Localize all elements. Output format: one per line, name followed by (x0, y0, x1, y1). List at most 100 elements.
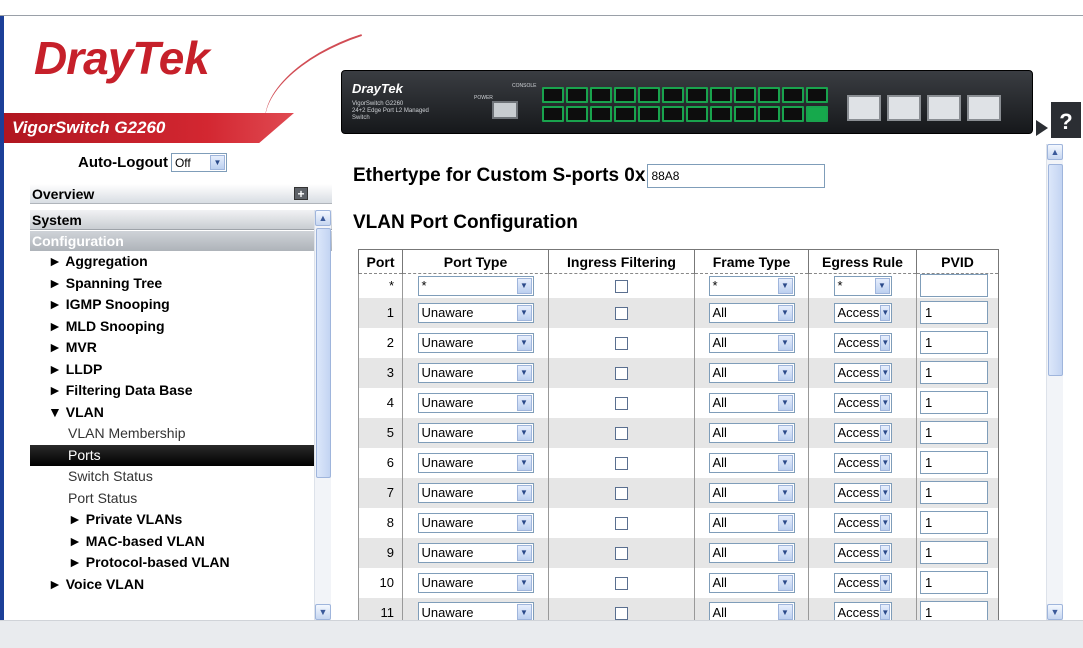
frame-type-select[interactable]: All ▼ (708, 392, 795, 413)
sidebar-item[interactable]: Port Status (30, 488, 314, 510)
sidebar-item[interactable]: ► Filtering Data Base (30, 380, 314, 402)
port-type-select[interactable]: Unaware ▼ (417, 542, 534, 563)
port-icon[interactable] (734, 106, 756, 122)
ingress-filtering-checkbox[interactable] (615, 517, 628, 531)
port-icon[interactable] (662, 87, 684, 103)
port-icon[interactable] (782, 106, 804, 122)
menu-configuration[interactable]: Configuration (30, 231, 332, 251)
scroll-up-icon[interactable]: ▲ (1047, 144, 1063, 160)
main-scrollbar[interactable]: ▲ ▼ (1046, 144, 1063, 620)
port-type-select[interactable]: Unaware ▼ (417, 302, 534, 323)
frame-type-select[interactable]: All ▼ (708, 542, 795, 563)
port-icon[interactable] (614, 87, 636, 103)
sidebar-item[interactable]: ► MVR (30, 337, 314, 359)
main-scroll-thumb[interactable] (1048, 164, 1063, 376)
pvid-input[interactable] (920, 274, 988, 298)
sfp-port-icon[interactable] (927, 95, 961, 121)
egress-rule-select[interactable]: Access ▼ (833, 482, 892, 503)
port-icon[interactable] (686, 87, 708, 103)
port-icon[interactable] (806, 87, 828, 103)
sfp-port-icon[interactable] (847, 95, 881, 121)
sidebar-item[interactable]: ▼ VLAN (30, 402, 314, 424)
ingress-filtering-checkbox[interactable] (615, 337, 628, 351)
ingress-filtering-checkbox[interactable] (615, 487, 628, 501)
port-type-select[interactable]: Unaware ▼ (417, 452, 534, 473)
help-button[interactable]: ? (1051, 102, 1081, 138)
frame-type-select[interactable]: All ▼ (708, 602, 795, 620)
port-icon[interactable] (614, 106, 636, 122)
pvid-input[interactable]: 1 (920, 391, 988, 414)
pvid-input[interactable]: 1 (920, 511, 988, 534)
egress-rule-select[interactable]: Access ▼ (833, 332, 892, 353)
port-type-select[interactable]: Unaware ▼ (417, 572, 534, 593)
pvid-input[interactable]: 1 (920, 451, 988, 474)
port-icon[interactable] (566, 106, 588, 122)
port-type-select[interactable]: Unaware ▼ (417, 512, 534, 533)
sidebar-item[interactable]: ► Aggregation (30, 251, 314, 273)
port-icon-active[interactable] (806, 106, 828, 122)
port-icon[interactable] (710, 87, 732, 103)
frame-type-select[interactable]: All ▼ (708, 362, 795, 383)
port-type-select[interactable]: Unaware ▼ (417, 392, 534, 413)
egress-rule-select[interactable]: Access ▼ (833, 392, 892, 413)
egress-rule-select[interactable]: Access ▼ (833, 362, 892, 383)
port-type-select[interactable]: Unaware ▼ (417, 422, 534, 443)
pvid-input[interactable]: 1 (920, 361, 988, 384)
port-icon[interactable] (590, 106, 612, 122)
sidebar-item[interactable]: ► Voice VLAN (30, 574, 314, 596)
ingress-filtering-checkbox[interactable] (615, 397, 628, 411)
port-icon[interactable] (542, 87, 564, 103)
frame-type-select[interactable]: * ▼ (708, 275, 795, 296)
port-icon[interactable] (758, 106, 780, 122)
ingress-filtering-checkbox[interactable] (615, 427, 628, 441)
sidebar-item[interactable]: VLAN Membership (30, 423, 314, 445)
menu-system[interactable]: System (30, 210, 332, 230)
ingress-filtering-checkbox[interactable] (615, 307, 628, 321)
pvid-input[interactable]: 1 (920, 541, 988, 564)
port-icon[interactable] (734, 87, 756, 103)
frame-type-select[interactable]: All ▼ (708, 452, 795, 473)
egress-rule-select[interactable]: Access ▼ (833, 542, 892, 563)
ingress-filtering-checkbox[interactable] (615, 457, 628, 471)
menu-overview[interactable]: Overview + (30, 184, 332, 204)
scroll-up-icon[interactable]: ▲ (315, 210, 331, 226)
auto-logout-select[interactable]: Off ▼ (170, 153, 227, 172)
frame-type-select[interactable]: All ▼ (708, 572, 795, 593)
pvid-input[interactable]: 1 (920, 421, 988, 444)
scroll-down-icon[interactable]: ▼ (1047, 604, 1063, 620)
egress-rule-select[interactable]: Access ▼ (833, 422, 892, 443)
port-type-select[interactable]: Unaware ▼ (417, 602, 534, 620)
port-type-select[interactable]: Unaware ▼ (417, 482, 534, 503)
sidebar-item[interactable]: ► Spanning Tree (30, 273, 314, 295)
port-icon[interactable] (542, 106, 564, 122)
port-icon[interactable] (782, 87, 804, 103)
ingress-filtering-checkbox[interactable] (615, 280, 628, 294)
egress-rule-select[interactable]: * ▼ (833, 275, 892, 296)
frame-type-select[interactable]: All ▼ (708, 302, 795, 323)
frame-type-select[interactable]: All ▼ (708, 422, 795, 443)
pvid-input[interactable]: 1 (920, 481, 988, 504)
ingress-filtering-checkbox[interactable] (615, 577, 628, 591)
sidebar-item[interactable]: Switch Status (30, 466, 314, 488)
pvid-input[interactable]: 1 (920, 571, 988, 594)
sidebar-item[interactable]: ► Private VLANs (30, 509, 314, 531)
sidebar-item[interactable]: ► IGMP Snooping (30, 294, 314, 316)
port-icon[interactable] (710, 106, 732, 122)
egress-rule-select[interactable]: Access ▼ (833, 302, 892, 323)
scroll-down-icon[interactable]: ▼ (315, 604, 331, 620)
pvid-input[interactable]: 1 (920, 600, 988, 620)
sidebar-item[interactable]: ► MLD Snooping (30, 316, 314, 338)
sfp-port-icon[interactable] (887, 95, 921, 121)
sidebar-item[interactable]: ► LLDP (30, 359, 314, 381)
sidebar-item[interactable]: ► MAC-based VLAN (30, 531, 314, 553)
egress-rule-select[interactable]: Access ▼ (833, 512, 892, 533)
egress-rule-select[interactable]: Access ▼ (833, 452, 892, 473)
sidebar-scroll-thumb[interactable] (316, 228, 331, 478)
port-icon[interactable] (638, 106, 660, 122)
egress-rule-select[interactable]: Access ▼ (833, 572, 892, 593)
pvid-input[interactable]: 1 (920, 301, 988, 324)
egress-rule-select[interactable]: Access ▼ (833, 602, 892, 620)
port-icon[interactable] (758, 87, 780, 103)
port-icon[interactable] (662, 106, 684, 122)
frame-type-select[interactable]: All ▼ (708, 512, 795, 533)
